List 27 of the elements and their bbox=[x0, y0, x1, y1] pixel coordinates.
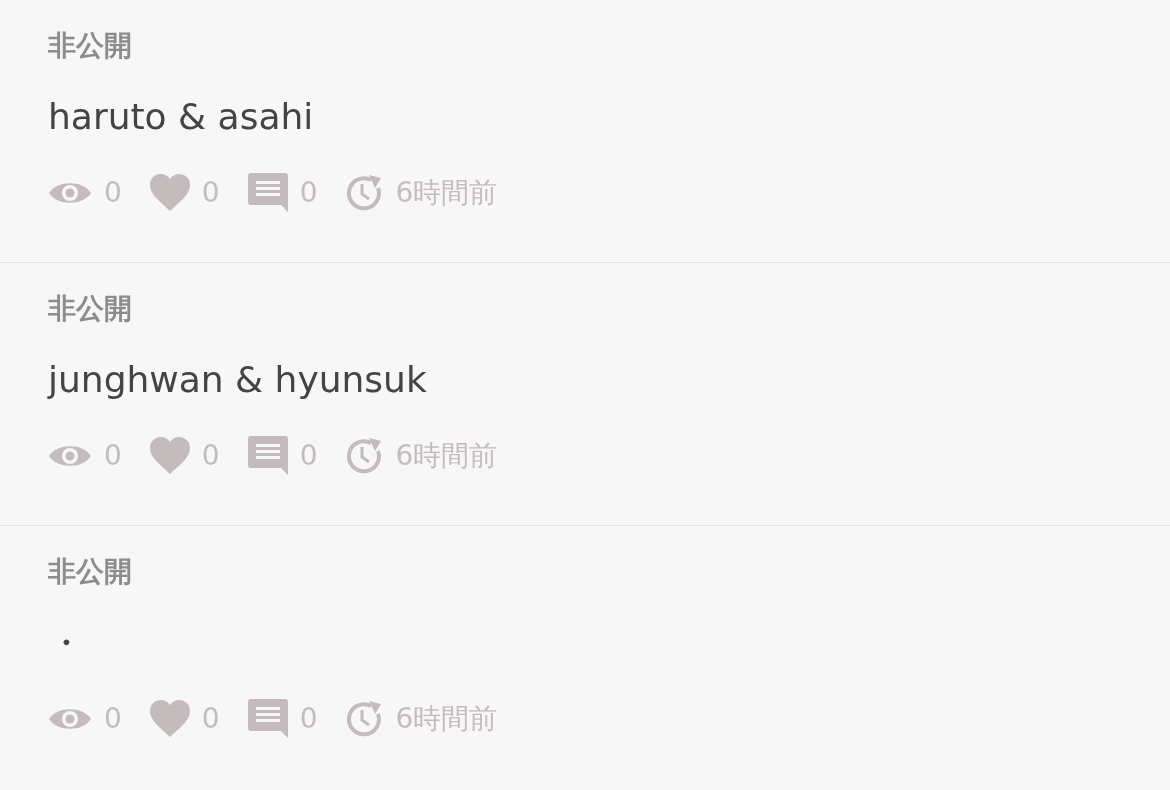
count: 0 bbox=[299, 701, 318, 737]
count: 0 bbox=[299, 175, 318, 211]
clock-icon bbox=[345, 700, 384, 738]
count: 0 bbox=[104, 175, 122, 211]
count: 0 bbox=[201, 175, 220, 211]
visibility-label: 非公開 bbox=[48, 554, 132, 590]
visibility-label: 非公開 bbox=[48, 28, 132, 64]
count: 0 bbox=[201, 701, 220, 737]
count: 6時間前 bbox=[395, 438, 498, 474]
count: 0 bbox=[201, 438, 220, 474]
post-title[interactable]: haruto & asahi bbox=[48, 92, 314, 142]
visibility-label: 非公開 bbox=[48, 291, 132, 327]
heart-icon bbox=[149, 700, 190, 738]
heart-icon bbox=[149, 174, 190, 212]
clock-icon bbox=[345, 437, 384, 475]
count: 6時間前 bbox=[395, 175, 498, 211]
count: 6時間前 bbox=[395, 701, 498, 737]
count: 0 bbox=[104, 438, 122, 474]
comment-icon bbox=[247, 173, 288, 213]
heart-icon bbox=[149, 437, 190, 475]
count: 0 bbox=[299, 438, 318, 474]
count: 0 bbox=[104, 701, 122, 737]
post-title[interactable]: junghwan & hyunsuk bbox=[48, 355, 427, 405]
comment-icon bbox=[247, 436, 288, 476]
post-title[interactable]: ・ bbox=[48, 618, 84, 668]
clock-icon bbox=[345, 174, 384, 212]
comment-icon bbox=[247, 699, 288, 739]
